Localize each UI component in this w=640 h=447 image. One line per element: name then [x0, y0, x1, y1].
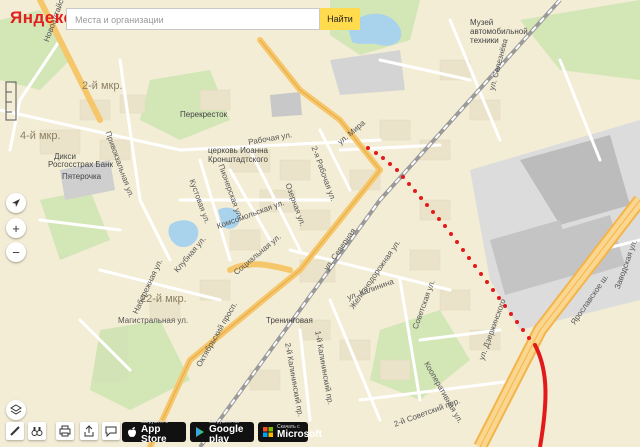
layers-ruler-icon[interactable] [4, 80, 18, 122]
microsoft-icon [263, 426, 273, 438]
appstore-big-text: App Store [141, 424, 167, 445]
yandex-logo[interactable]: Яндекс [10, 8, 73, 28]
search-input[interactable] [73, 10, 317, 30]
layers-icon [10, 404, 22, 415]
ruler-button[interactable] [6, 422, 24, 440]
layers-button[interactable] [6, 400, 26, 420]
feedback-icon [105, 426, 117, 437]
googleplay-badge[interactable]: Загрузите на Google play [190, 419, 254, 445]
appstore-badge[interactable]: Загрузите в App Store [122, 419, 186, 445]
feedback-button[interactable] [102, 422, 120, 440]
zoom-in-button[interactable]: + [6, 218, 26, 238]
map-canvas[interactable] [0, 0, 640, 447]
top-bar: Яндекс Найти [0, 0, 640, 32]
share-icon [84, 425, 94, 437]
google-play-icon [195, 426, 205, 438]
share-button[interactable] [80, 422, 98, 440]
arrow-location-icon [12, 199, 20, 207]
binoculars-icon [31, 427, 43, 436]
microsoft-big-text: Microsoft [277, 429, 322, 440]
search-button[interactable]: Найти [320, 8, 360, 30]
zoom-out-button[interactable]: − [6, 242, 26, 262]
print-button[interactable] [56, 422, 74, 440]
search-box [66, 8, 320, 30]
googleplay-big-text: Google play [209, 424, 244, 445]
apple-icon [127, 426, 137, 438]
binoculars-button[interactable] [28, 422, 46, 440]
ruler-icon [10, 426, 20, 436]
print-icon [59, 425, 71, 437]
geolocation-button[interactable] [6, 193, 26, 213]
microsoft-badge[interactable]: Скачать с Microsoft [258, 422, 322, 442]
